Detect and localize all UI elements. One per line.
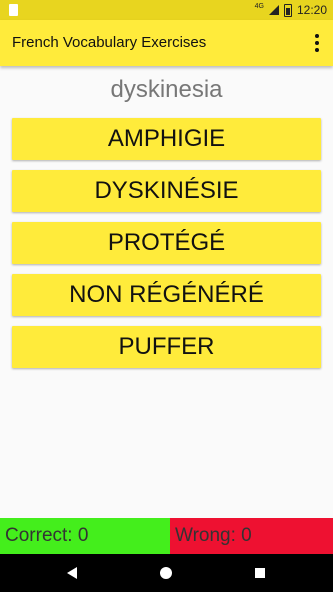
choice-button-4[interactable]: NON RÉGÉNÉRÉ [12, 274, 321, 316]
correct-score: Correct: 0 [0, 518, 170, 554]
recents-icon[interactable] [255, 568, 265, 578]
choice-button-1[interactable]: AMPHIGIE [12, 118, 321, 160]
menu-dot [315, 41, 319, 45]
signal-icon [268, 5, 279, 15]
back-icon[interactable] [67, 567, 77, 579]
status-time: 12:20 [296, 3, 327, 17]
app-title: French Vocabulary Exercises [12, 34, 207, 51]
choice-button-2[interactable]: DYSKINÉSIE [12, 170, 321, 212]
overflow-menu-icon[interactable] [311, 34, 323, 52]
status-icons: 4G 12:20 [254, 2, 327, 18]
sd-card-icon [9, 4, 18, 16]
battery-icon [283, 3, 292, 17]
choice-list: AMPHIGIE DYSKINÉSIE PROTÉGÉ NON RÉGÉNÉRÉ… [12, 118, 321, 378]
menu-dot [315, 34, 319, 38]
app-bar: French Vocabulary Exercises [0, 20, 333, 66]
home-icon[interactable] [160, 567, 172, 579]
choice-button-5[interactable]: PUFFER [12, 326, 321, 368]
network-type: 4G [254, 2, 264, 10]
status-bar: 4G 12:20 [0, 0, 333, 20]
quiz-word: dyskinesia [110, 76, 223, 103]
wrong-score: Wrong: 0 [170, 518, 333, 554]
navigation-bar [0, 554, 333, 592]
choice-button-3[interactable]: PROTÉGÉ [12, 222, 321, 264]
menu-dot [315, 48, 319, 52]
